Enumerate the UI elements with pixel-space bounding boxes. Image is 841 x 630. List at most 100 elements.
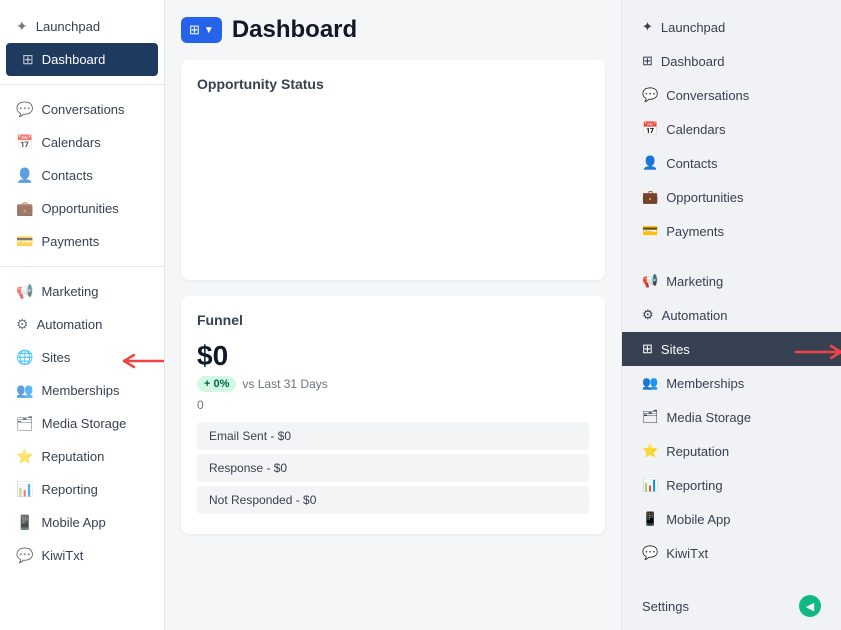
panel-item-marketing[interactable]: 📢 Marketing (622, 264, 841, 298)
dashboard-icon: ⊞ (22, 51, 34, 68)
conversations-icon: 💬 (16, 101, 33, 118)
panel-item-media-storage[interactable]: 🗂 Media Storage (622, 400, 841, 434)
sidebar-item-mobile-app[interactable]: 📱 Mobile App (0, 506, 164, 539)
sidebar-item-dashboard[interactable]: ⊞ Dashboard (6, 43, 158, 76)
panel-calendars-icon: 📅 (642, 121, 658, 137)
panel-mobile-app-icon: 📱 (642, 511, 658, 527)
sidebar-item-reporting[interactable]: 📊 Reporting (0, 473, 164, 506)
sidebar-item-opportunities[interactable]: 💼 Opportunities (0, 192, 164, 225)
kiwitxt-icon: 💬 (16, 547, 33, 564)
sidebar-item-memberships[interactable]: 👥 Memberships (0, 374, 164, 407)
panel-label-memberships: Memberships (666, 376, 744, 391)
opportunity-status-content (197, 104, 589, 264)
panel-label-conversations: Conversations (666, 88, 749, 103)
panel-label-contacts: Contacts (666, 156, 717, 171)
sidebar-label-dashboard: Dashboard (42, 52, 106, 67)
sidebar-label-conversations: Conversations (41, 102, 124, 117)
funnel-zero: 0 (197, 398, 589, 412)
red-arrow-sites-right (791, 340, 841, 364)
reporting-icon: 📊 (16, 481, 33, 498)
sidebar-item-media-storage[interactable]: 🗂 Media Storage (0, 407, 164, 440)
panel-label-marketing: Marketing (666, 274, 723, 289)
panel-kiwitxt-icon: 💬 (642, 545, 658, 561)
panel-label-kiwitxt: KiwiTxt (666, 546, 708, 561)
funnel-amount: $0 (197, 340, 589, 372)
panel-item-calendars[interactable]: 📅 Calendars (622, 112, 841, 146)
panel-item-reputation[interactable]: ⭐ Reputation (622, 434, 841, 468)
sidebar-label-contacts: Contacts (41, 168, 92, 183)
panel-item-mobile-app[interactable]: 📱 Mobile App (622, 502, 841, 536)
funnel-row-not-responded: Not Responded - $0 (197, 486, 589, 514)
sidebar-item-marketing[interactable]: 📢 Marketing (0, 275, 164, 308)
contacts-icon: 👤 (16, 167, 33, 184)
marketing-icon: 📢 (16, 283, 33, 300)
panel-item-contacts[interactable]: 👤 Contacts (622, 146, 841, 180)
main-content: ⊞ ▼ Dashboard Opportunity Status Funnel … (165, 0, 621, 630)
sidebar-label-marketing: Marketing (41, 284, 98, 299)
panel-label-calendars: Calendars (666, 122, 725, 137)
funnel-vs-label: vs Last 31 Days (242, 377, 327, 391)
media-storage-icon: 🗂 (16, 415, 34, 432)
panel-media-storage-icon: 🗂 (642, 409, 659, 425)
panel-item-automation[interactable]: ⚙ Automation (622, 298, 841, 332)
panel-item-kiwitxt[interactable]: 💬 KiwiTxt (622, 536, 841, 570)
sites-icon: 🌐 (16, 349, 33, 366)
payments-icon: 💳 (16, 233, 33, 250)
opportunity-status-title: Opportunity Status (197, 76, 589, 92)
panel-item-conversations[interactable]: 💬 Conversations (622, 78, 841, 112)
automation-icon: ⚙ (16, 316, 29, 333)
panel-automation-icon: ⚙ (642, 307, 654, 323)
panel-item-reporting[interactable]: 📊 Reporting (622, 468, 841, 502)
panel-reputation-icon: ⭐ (642, 443, 658, 459)
panel-dashboard-icon: ⊞ (642, 53, 653, 69)
sidebar-label-reputation: Reputation (41, 449, 104, 464)
panel-marketing-icon: 📢 (642, 273, 658, 289)
sidebar-item-calendars[interactable]: 📅 Calendars (0, 126, 164, 159)
sidebar-item-reputation[interactable]: ⭐ Reputation (0, 440, 164, 473)
panel-payments-icon: 💳 (642, 223, 658, 239)
panel-label-opportunities: Opportunities (666, 190, 743, 205)
opportunities-icon: 💼 (16, 200, 33, 217)
funnel-badge: + 0% (197, 376, 236, 392)
sidebar-label-opportunities: Opportunities (41, 201, 118, 216)
funnel-row-email-sent: Email Sent - $0 (197, 422, 589, 450)
funnel-card: Funnel $0 + 0% vs Last 31 Days 0 Email S… (181, 296, 605, 534)
funnel-title: Funnel (197, 312, 589, 328)
panel-item-memberships[interactable]: 👥 Memberships (622, 366, 841, 400)
sidebar-item-launchpad[interactable]: ✦ Launchpad (0, 10, 164, 43)
left-sidebar: ✦ Launchpad ⊞ Dashboard 💬 Conversations … (0, 0, 165, 630)
panel-item-opportunities[interactable]: 💼 Opportunities (622, 180, 841, 214)
sidebar-label-sites: Sites (41, 350, 70, 365)
panel-item-payments[interactable]: 💳 Payments (622, 214, 841, 248)
panel-label-sites: Sites (661, 342, 690, 357)
sidebar-item-contacts[interactable]: 👤 Contacts (0, 159, 164, 192)
panel-item-settings[interactable]: Settings ◀ (622, 586, 841, 626)
right-panel: ✦ Launchpad ⊞ Dashboard 💬 Conversations … (621, 0, 841, 630)
dashboard-toggle-button[interactable]: ⊞ ▼ (181, 17, 222, 43)
calendars-icon: 📅 (16, 134, 33, 151)
sidebar-item-conversations[interactable]: 💬 Conversations (0, 93, 164, 126)
sidebar-label-memberships: Memberships (41, 383, 119, 398)
sidebar-label-payments: Payments (41, 234, 99, 249)
panel-reporting-icon: 📊 (642, 477, 658, 493)
panel-opportunities-icon: 💼 (642, 189, 658, 205)
panel-memberships-icon: 👥 (642, 375, 658, 391)
panel-sites-icon: ⊞ (642, 341, 653, 357)
panel-item-launchpad[interactable]: ✦ Launchpad (622, 10, 841, 44)
red-arrow-sites-left (114, 349, 165, 373)
chevron-down-icon: ▼ (204, 25, 214, 36)
sidebar-label-reporting: Reporting (41, 482, 97, 497)
panel-contacts-icon: 👤 (642, 155, 658, 171)
sidebar-item-payments[interactable]: 💳 Payments (0, 225, 164, 258)
panel-label-reputation: Reputation (666, 444, 729, 459)
sidebar-item-kiwitxt[interactable]: 💬 KiwiTxt (0, 539, 164, 572)
sidebar-label-automation: Automation (37, 317, 103, 332)
sidebar-label-kiwitxt: KiwiTxt (41, 548, 83, 563)
panel-item-dashboard[interactable]: ⊞ Dashboard (622, 44, 841, 78)
sidebar-label-calendars: Calendars (41, 135, 100, 150)
launchpad-icon: ✦ (16, 18, 28, 35)
grid-icon: ⊞ (189, 22, 200, 38)
panel-label-launchpad: Launchpad (661, 20, 725, 35)
panel-conversations-icon: 💬 (642, 87, 658, 103)
sidebar-item-automation[interactable]: ⚙ Automation (0, 308, 164, 341)
